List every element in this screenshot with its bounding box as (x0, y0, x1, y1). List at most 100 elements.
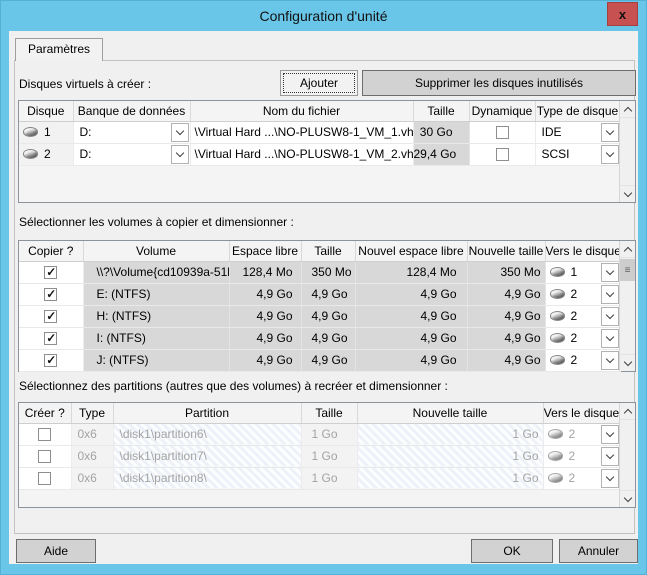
new-size-cell: 350 Mo (467, 261, 545, 283)
copy-checkbox[interactable] (44, 332, 57, 345)
disk-number-cell: 2 (19, 143, 73, 165)
scrollbar[interactable] (619, 403, 635, 507)
chevron-down-icon (623, 493, 631, 501)
column-header: Vers le disque (543, 403, 620, 423)
target-disk-dropdown[interactable] (601, 285, 619, 304)
tab-parametres[interactable]: Paramètres (15, 38, 103, 61)
column-header: Créer ? (19, 403, 71, 423)
create-cell (19, 445, 71, 467)
volume-row[interactable]: I: (NTFS) 4,9 Go 4,9 Go 4,9 Go 4,9 Go 2 (19, 327, 620, 349)
target-disk-dropdown[interactable] (601, 329, 619, 348)
create-checkbox[interactable] (38, 450, 51, 463)
datastore-dropdown[interactable] (171, 145, 189, 164)
target-disk-dropdown[interactable] (601, 425, 619, 444)
disk-icon (550, 311, 565, 321)
volume-row[interactable]: J: (NTFS) 4,9 Go 4,9 Go 4,9 Go 4,9 Go 2 (19, 349, 620, 371)
scrollbar[interactable]: ≡ (619, 241, 635, 371)
disk-type-cell: IDE (535, 121, 620, 143)
dynamic-checkbox[interactable] (496, 126, 509, 139)
volumes-table: Copier ? Volume Espace libre Taille Nouv… (18, 240, 636, 372)
datastore-dropdown[interactable] (171, 123, 189, 142)
create-checkbox[interactable] (38, 472, 51, 485)
partition-cell: \disk1\partition6\ (113, 423, 301, 445)
chevron-down-icon (605, 472, 613, 480)
cancel-button[interactable]: Annuler (559, 539, 638, 563)
new-size-cell: 4,9 Go (467, 283, 545, 305)
partition-row[interactable]: 0x6 \disk1\partition7\ 1 Go 1 Go 2 (19, 445, 620, 467)
chevron-down-icon (605, 428, 613, 436)
scrollbar-down-button[interactable] (620, 490, 635, 507)
copy-cell (19, 261, 83, 283)
disk-row[interactable]: 1 D: \Virtual Hard ...\NO-PLUSW8-1_VM_1.… (19, 121, 620, 143)
disk-icon (550, 289, 565, 299)
partition-row[interactable]: 0x6 \disk1\partition6\ 1 Go 1 Go 2 (19, 423, 620, 445)
dynamic-checkbox[interactable] (496, 148, 509, 161)
size-cell: 4,9 Go (301, 283, 355, 305)
chevron-down-icon (605, 310, 613, 318)
chevron-down-icon (605, 126, 613, 134)
volume-row[interactable]: \\?\Volume{cd10939a-51be 128,4 Mo 350 Mo… (19, 261, 620, 283)
target-disk-dropdown[interactable] (601, 469, 619, 488)
size-cell: 4,9 Go (301, 349, 355, 371)
scrollbar-down-button[interactable] (620, 185, 635, 202)
disk-row[interactable]: 2 D: \Virtual Hard ...\NO-PLUSW8-1_VM_2.… (19, 143, 620, 165)
target-disk-dropdown[interactable] (601, 447, 619, 466)
disk-icon (550, 267, 565, 277)
volume-cell: H: (NTFS) (83, 305, 229, 327)
scrollbar-up-button[interactable] (620, 101, 635, 118)
datastore-cell: D: (73, 143, 190, 165)
type-cell: 0x6 (71, 423, 113, 445)
new-free-space-cell: 4,9 Go (355, 305, 467, 327)
disk-icon (548, 451, 563, 461)
new-size-cell: 1 Go (357, 467, 543, 489)
target-disk-cell: 2 (545, 349, 620, 371)
chevron-down-icon (605, 288, 613, 296)
scrollbar-up-button[interactable] (620, 403, 635, 420)
help-button[interactable]: Aide (16, 539, 96, 563)
ok-button[interactable]: OK (471, 539, 553, 563)
target-disk-cell: 2 (545, 283, 620, 305)
copy-checkbox[interactable] (44, 266, 57, 279)
copy-checkbox[interactable] (44, 354, 57, 367)
disk-type-dropdown[interactable] (601, 145, 619, 164)
target-disk-cell: 2 (543, 445, 620, 467)
titlebar: Configuration d'unité x (1, 1, 646, 31)
copy-checkbox[interactable] (44, 310, 57, 323)
chevron-down-icon (175, 148, 183, 156)
column-header: Espace libre (229, 241, 301, 261)
scrollbar-down-button[interactable] (620, 354, 635, 371)
close-button[interactable]: x (607, 2, 638, 26)
volume-row[interactable]: E: (NTFS) 4,9 Go 4,9 Go 4,9 Go 4,9 Go 2 (19, 283, 620, 305)
column-header: Taille (413, 101, 469, 121)
volume-row[interactable]: H: (NTFS) 4,9 Go 4,9 Go 4,9 Go 4,9 Go 2 (19, 305, 620, 327)
size-cell: 1 Go (301, 445, 357, 467)
target-disk-dropdown[interactable] (601, 307, 619, 326)
copy-checkbox[interactable] (44, 288, 57, 301)
chevron-down-icon (175, 126, 183, 134)
copy-cell (19, 283, 83, 305)
remove-unused-disks-button[interactable]: Supprimer les disques inutilisés (362, 70, 636, 96)
datastore-cell: D: (73, 121, 190, 143)
scrollbar-up-button[interactable] (620, 241, 635, 258)
target-disk-cell: 1 (545, 261, 620, 283)
scrollbar-thumb[interactable]: ≡ (620, 259, 635, 281)
scrollbar[interactable] (619, 101, 635, 202)
target-disk-cell: 2 (545, 305, 620, 327)
size-cell: 30 Go (413, 121, 469, 143)
target-disk-dropdown[interactable] (601, 351, 619, 370)
target-disk-cell: 2 (545, 327, 620, 349)
volume-cell: E: (NTFS) (83, 283, 229, 305)
create-checkbox[interactable] (38, 428, 51, 441)
virtual-disks-table: Disque Banque de données Nom du fichier … (18, 100, 636, 203)
partition-row[interactable]: 0x6 \disk1\partition8\ 1 Go 1 Go 2 (19, 467, 620, 489)
column-header: Disque (19, 101, 73, 121)
dynamic-cell (469, 121, 535, 143)
chevron-down-icon (605, 450, 613, 458)
dialog-body: Paramètres Disques virtuels à créer : Aj… (9, 31, 638, 564)
target-disk-dropdown[interactable] (601, 263, 619, 282)
disk-type-dropdown[interactable] (601, 123, 619, 142)
target-disk-cell: 2 (543, 423, 620, 445)
add-button[interactable]: Ajouter (280, 70, 358, 96)
disk-icon (23, 149, 38, 159)
window-title: Configuration d'unité (1, 1, 646, 31)
